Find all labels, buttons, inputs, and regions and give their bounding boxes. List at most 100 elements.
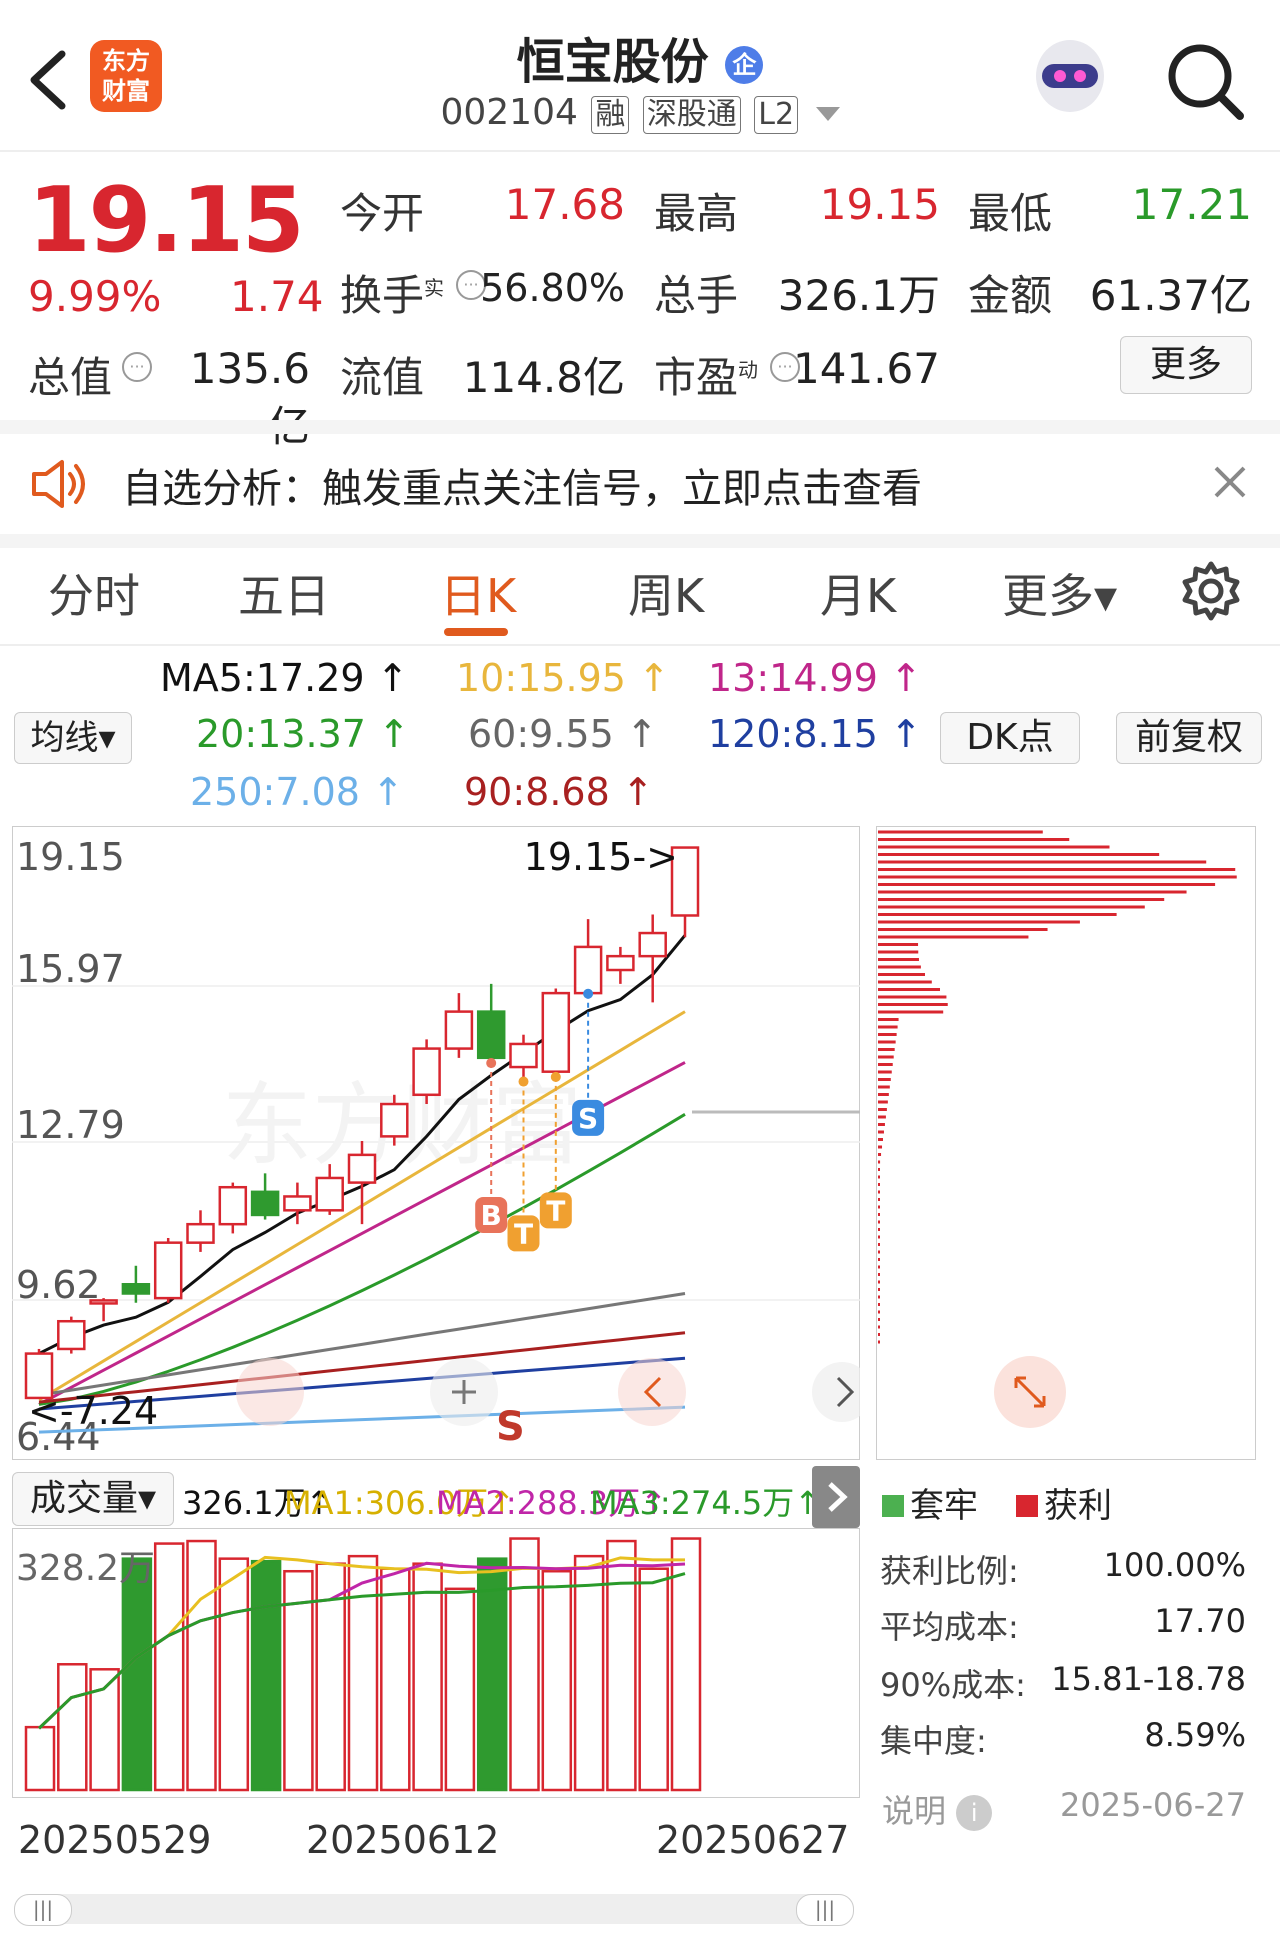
ma10-value: 10:15.95 ↑ (456, 656, 670, 700)
ma250-value: 250:7.08 ↑ (190, 770, 404, 814)
market-cap-label: 总值 (28, 353, 113, 402)
candle-body (186, 1222, 215, 1244)
legend-trapped: 套牢 (882, 1478, 978, 1527)
change-amount: 1.74 (230, 272, 324, 321)
search-button[interactable] (1160, 36, 1250, 126)
turnover-realtime-sup: 实 (424, 276, 445, 300)
candle-body (218, 1185, 248, 1226)
candle-body (121, 1283, 151, 1295)
high-label: 最高 (654, 189, 739, 238)
profit-ratio-label: 获利比例: (880, 1552, 1019, 1590)
volume-dropdown[interactable]: 成交量▾ (12, 1472, 174, 1526)
speaker-icon (32, 460, 85, 508)
open-value: 17.68 (504, 180, 625, 229)
stock-name-text: 恒宝股份 (516, 34, 709, 90)
notice-bar[interactable]: 自选分析：触发重点关注信号，立即点击查看 (0, 434, 1280, 534)
avg-cost-label: 平均成本: (880, 1608, 1019, 1646)
ma120-value: 120:8.15 ↑ (708, 712, 922, 756)
open-label: 今开 (340, 189, 425, 238)
legend-profit-text: 获利 (1044, 1486, 1112, 1526)
signal-label: B (481, 1199, 502, 1232)
volume-bar (218, 1557, 250, 1792)
section-gap (0, 420, 1280, 434)
dk-point-button[interactable]: DK点 (940, 712, 1080, 764)
legend-profit: 获利 (1016, 1478, 1112, 1527)
tab-intraday[interactable]: 分时 (48, 560, 140, 626)
volume-bar (24, 1725, 56, 1792)
float-cap-label: 流值 (340, 353, 425, 402)
volume-bar (186, 1539, 217, 1792)
low-value: 17.21 (1131, 180, 1252, 229)
candle-body (153, 1241, 183, 1300)
candle-body (573, 945, 603, 995)
signal-label: S (578, 1102, 598, 1135)
volume-bar (250, 1559, 282, 1792)
scroll-left-icon[interactable] (618, 1358, 686, 1426)
signal-label: T (546, 1194, 565, 1227)
note-link[interactable]: 说明 i (882, 1786, 993, 1832)
volume-value: 326.1万 (777, 271, 940, 320)
stock-code: 002104 (440, 92, 578, 133)
candle-body (347, 1153, 377, 1184)
candle-body (412, 1047, 441, 1097)
profit-ratio-value: 100.00% (1103, 1546, 1246, 1584)
amount-value: 61.37亿 (1089, 271, 1252, 320)
note-label: 说明 (882, 1792, 947, 1830)
ma20-value: 20:13.37 ↑ (196, 712, 410, 756)
tab-monthly-k[interactable]: 月K (820, 560, 896, 626)
tab-weekly-k[interactable]: 周K (628, 560, 704, 626)
robot-assistant-icon[interactable] (1030, 32, 1110, 118)
candle-body (541, 991, 571, 1073)
ma60-value: 60:9.55 ↑ (468, 712, 658, 756)
tab-five-day[interactable]: 五日 (238, 560, 330, 626)
ma90-value: 90:8.68 ↑ (464, 770, 654, 814)
pe-label: 市盈动 (654, 344, 758, 405)
candle-body (89, 1299, 118, 1305)
kline-chart[interactable]: 东方财富 19.15 15.97 12.79 9.62 6.44 BTTS 19… (12, 826, 860, 1460)
tag-level2: L2 (754, 96, 799, 134)
high-value: 19.15 (819, 180, 940, 229)
legend-trapped-text: 套牢 (910, 1486, 978, 1526)
y-label-3: 9.62 (16, 1263, 101, 1307)
close-icon[interactable] (1210, 462, 1250, 502)
ma-dropdown[interactable]: 均线▾ (14, 712, 132, 764)
info-dots-icon[interactable]: ··· (122, 352, 152, 382)
forward-adjust-button[interactable]: 前复权 (1116, 712, 1262, 764)
x-label-2: 20250627 (656, 1818, 850, 1862)
gear-icon[interactable] (1180, 560, 1242, 622)
volume-expand-button[interactable] (812, 1466, 860, 1528)
x-label-1: 20250612 (306, 1818, 500, 1862)
pe-dynamic-sup: 动 (738, 358, 759, 382)
cost-90-value: 15.81-18.78 (1051, 1660, 1246, 1698)
info-icon: i (956, 1795, 993, 1831)
section-gap (0, 534, 1280, 548)
tab-more[interactable]: 更多▾ (1002, 560, 1117, 626)
y-label-2: 12.79 (16, 1103, 125, 1147)
tab-daily-k[interactable]: 日K (440, 560, 516, 626)
dropdown-triangle-icon[interactable] (815, 107, 840, 121)
timeline-scrollbar[interactable]: ||| ||| (14, 1894, 854, 1926)
scrollbar-handle-left[interactable]: ||| (14, 1894, 72, 1926)
amount-label: 金额 (968, 271, 1053, 320)
pe-value: 141.67 (793, 344, 940, 393)
volume-bar (509, 1537, 540, 1792)
volume-chart[interactable]: 328.2万 (12, 1528, 860, 1798)
pe-label-text: 市盈 (654, 353, 739, 402)
volume-bar (573, 1554, 605, 1792)
candle-body (283, 1195, 312, 1212)
search-icon (1168, 44, 1244, 120)
chip-distribution[interactable] (876, 826, 1256, 1460)
candle-body (250, 1190, 280, 1217)
scrollbar-handle-right[interactable]: ||| (796, 1894, 854, 1926)
scroll-left-fast-icon[interactable] (236, 1358, 304, 1426)
active-tab-underline (444, 628, 508, 636)
more-button[interactable]: 更多 (1120, 336, 1252, 394)
y-label-0: 19.15 (16, 835, 125, 879)
volume-bar (347, 1554, 379, 1792)
signal-label: T (514, 1217, 533, 1250)
candle-body (57, 1319, 86, 1351)
candle-body (315, 1176, 344, 1212)
tag-margin: 融 (591, 96, 630, 134)
turnover-label-text: 换手 (340, 271, 425, 320)
volume-bar (412, 1562, 443, 1792)
